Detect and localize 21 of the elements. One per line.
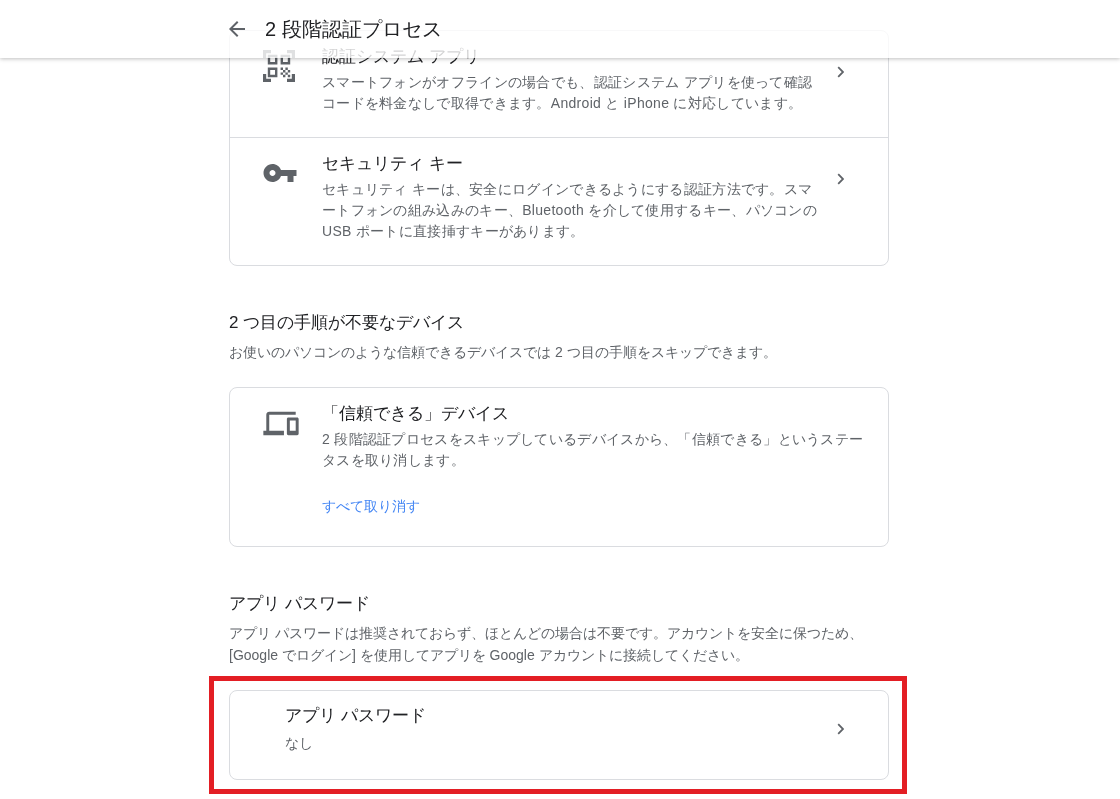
key-icon: [263, 164, 297, 182]
page-title: 2 段階認証プロセス: [265, 17, 442, 42]
option-description: スマートフォンがオフラインの場合でも、認証システム アプリを使って確認コードを料金なしで取得できます。Android と iPhone に対応しています。: [322, 73, 814, 113]
option-description: 2 段階認証プロセスをスキップしているデバイスから、「信頼できる」というステータスを取り消します。: [322, 430, 865, 470]
revoke-all-link[interactable]: すべて取り消す: [322, 495, 420, 517]
section-heading: 2 つ目の手順が不要なデバイス: [229, 312, 466, 334]
section-heading: アプリ パスワード: [229, 593, 371, 615]
chevron-right-icon: [837, 723, 844, 735]
back-arrow-icon[interactable]: [229, 21, 245, 37]
option-title: アプリ パスワード: [285, 705, 426, 727]
settings-card[interactable]: アプリ パスワード なし: [229, 690, 889, 780]
option-value: なし: [285, 734, 314, 753]
chevron-right-icon: [837, 173, 844, 185]
option-title: セキュリティ キー: [322, 153, 464, 175]
option-title: 「信頼できる」デバイス: [322, 403, 510, 425]
laptop-and-phone-icon: [263, 410, 299, 436]
section-description: お使いのパソコンのような信頼できるデバイスでは 2 つ目の手順をスキップできます。: [229, 343, 778, 362]
section-description: アプリ パスワードは推奨されておらず、ほとんどの場合は不要です。アカウントを安全に保つため、[Google でログイン] を使用してアプリを Google アカウントに接続してください。: [229, 624, 864, 665]
option-description: セキュリティ キーは、安全にログインできるようにする認証方法です。スマートフォンの組み込みのキー、Bluetooth を介して使用するキー、パソコンの USB ポートに直接挿すキーがあります。: [322, 180, 819, 241]
chevron-right-icon: [837, 66, 844, 78]
option-title: 認証システム アプリ: [322, 46, 481, 68]
